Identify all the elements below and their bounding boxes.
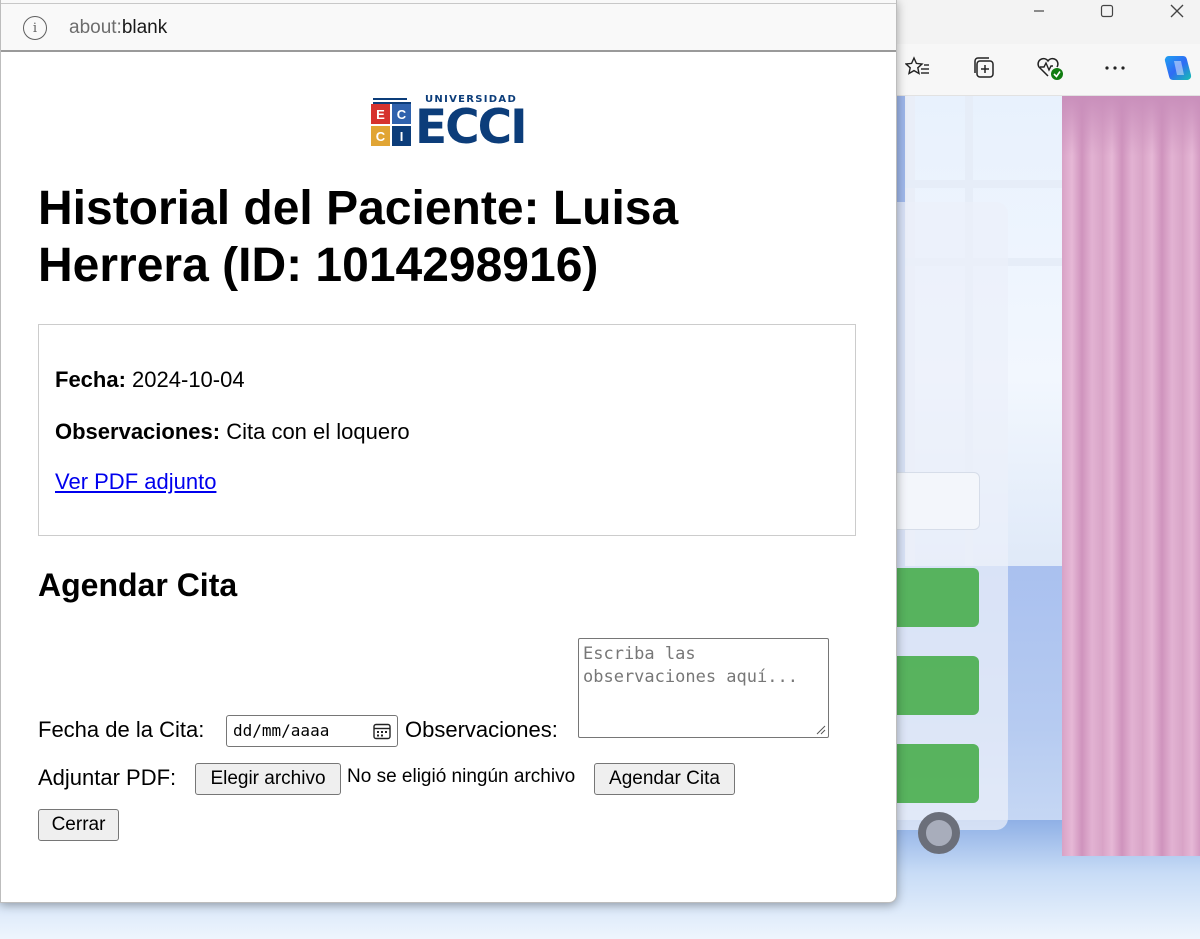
record-date: Fecha: 2024-10-04 [55, 367, 245, 393]
record-observations: Observaciones: Cita con el loquero [55, 419, 410, 445]
site-info-icon[interactable]: i [23, 16, 47, 40]
schedule-section-title: Agendar Cita [38, 567, 238, 603]
background-bed-wheel [918, 812, 960, 854]
browser-essentials-icon[interactable] [1032, 50, 1068, 86]
maximize-icon[interactable] [1084, 0, 1130, 22]
record-date-label: Fecha: [55, 367, 126, 392]
favorites-icon[interactable] [900, 50, 936, 86]
logo-cell-c2: C [371, 126, 390, 146]
url-scheme: about: [69, 17, 122, 38]
url-path: blank [121, 17, 168, 38]
logo-stripe [373, 98, 407, 100]
copilot-icon[interactable] [1160, 50, 1196, 86]
view-pdf-link[interactable]: Ver PDF adjunto [55, 469, 216, 495]
logo-cell-c1: C [392, 104, 411, 124]
ecci-university-logo: E C C I UNIVERSIDAD ECCI [371, 94, 528, 155]
logo-ecci-wordmark: ECCI [415, 100, 528, 155]
record-date-value: 2024-10-04 [132, 367, 245, 392]
background-curtain [1062, 96, 1200, 856]
more-icon[interactable] [1097, 50, 1133, 86]
logo-letter-grid: E C C I [371, 104, 413, 150]
calendar-icon[interactable] [372, 721, 392, 741]
logo-cell-i: I [392, 126, 411, 146]
no-file-chosen-text: No se eligió ningún archivo [347, 766, 576, 787]
background-curtain-shadow [1062, 96, 1200, 156]
patient-history-popup-window: i about:blank E C C I UNIVERSIDAD ECCI H… [0, 0, 897, 903]
page-title: Historial del Paciente: Luisa Herrera (I… [38, 182, 679, 292]
textarea-resize-grip-icon[interactable] [816, 725, 826, 735]
minimize-icon[interactable] [1016, 0, 1062, 22]
observations-label: Observaciones: [405, 717, 558, 742]
collections-icon[interactable] [966, 50, 1002, 86]
address-bar-top-border [1, 3, 896, 4]
url-text[interactable]: about:blank [69, 17, 167, 39]
history-record-card: Fecha: 2024-10-04 Observaciones: Cita co… [38, 324, 856, 536]
observations-textarea[interactable] [578, 638, 829, 738]
schedule-appointment-button[interactable]: Agendar Cita [594, 763, 735, 795]
record-observations-label: Observaciones: [55, 419, 221, 444]
logo-cell-e: E [371, 104, 390, 124]
choose-file-button[interactable]: Elegir archivo [195, 763, 341, 795]
pdf-label: Adjuntar PDF: [38, 765, 177, 790]
popup-address-bar: i about:blank [1, 0, 896, 52]
window-transom [905, 180, 1075, 188]
close-button[interactable]: Cerrar [38, 809, 119, 841]
date-label: Fecha de la Cita: [38, 717, 205, 742]
close-icon[interactable] [1154, 0, 1200, 22]
record-observations-value: Cita con el loquero [226, 419, 410, 444]
